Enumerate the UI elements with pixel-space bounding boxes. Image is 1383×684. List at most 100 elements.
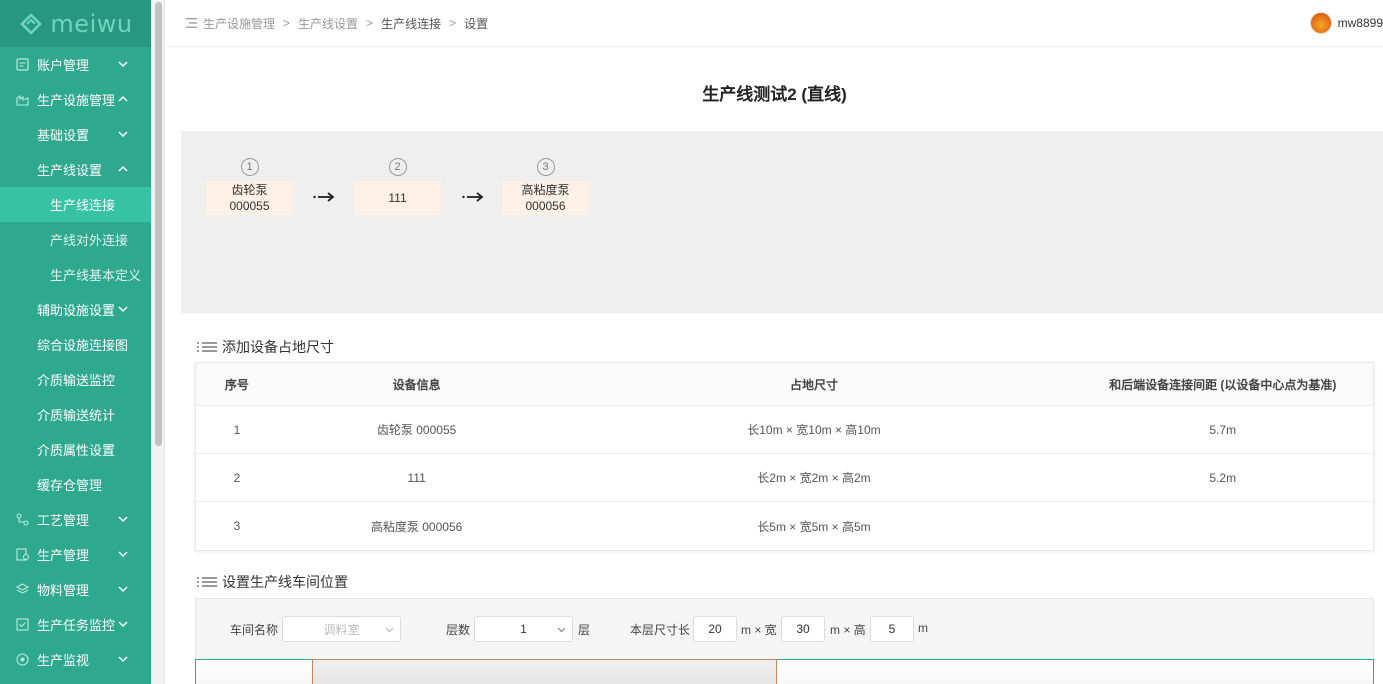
height-label: m × 高 bbox=[830, 623, 866, 637]
breadcrumb-item[interactable]: 生产线设置 bbox=[298, 15, 358, 32]
width-input[interactable]: 30 bbox=[781, 616, 825, 642]
list-icon bbox=[197, 342, 217, 352]
breadcrumb-item[interactable]: 生产设施管理 bbox=[203, 15, 275, 32]
flow-step: 1 齿轮泵 000055 bbox=[206, 158, 293, 215]
sidebar-item[interactable]: 产线对外连接 bbox=[0, 222, 151, 257]
chevron-down-icon bbox=[118, 656, 128, 663]
workshop-floor-area[interactable] bbox=[312, 659, 777, 684]
step-card[interactable]: 111 bbox=[354, 181, 441, 215]
sidebar-item[interactable]: 基础设置 bbox=[0, 117, 151, 152]
sidebar-item-label: 工艺管理 bbox=[37, 513, 90, 528]
chevron-down-icon bbox=[557, 627, 566, 633]
material-icon bbox=[15, 583, 29, 597]
chevron-down-icon bbox=[118, 306, 128, 313]
section-title-text: 添加设备占地尺寸 bbox=[222, 339, 334, 355]
height-unit: m bbox=[918, 621, 928, 635]
sidebar-item[interactable]: 生产设施管理 bbox=[0, 82, 151, 117]
step-card[interactable]: 高粘度泵 000056 bbox=[502, 181, 589, 215]
sidebar-item-label: 产线对外连接 bbox=[50, 233, 129, 248]
step-number: 1 bbox=[240, 158, 259, 176]
table-cell: 2 bbox=[233, 470, 241, 485]
sidebar-item[interactable]: 介质输送统计 bbox=[0, 397, 151, 432]
table-row[interactable]: 2 111 长2m × 宽2m × 高2m 5.2m bbox=[196, 454, 1373, 502]
sidebar-item[interactable]: 生产线设置 bbox=[0, 152, 151, 187]
sidebar-item-label: 综合设施连接图 bbox=[37, 338, 129, 353]
size-label: 本层尺寸长 bbox=[630, 623, 691, 637]
table-header-row: 序号 设备信息 占地尺寸 和后端设备连接间距 (以设备中心点为基准) bbox=[196, 363, 1373, 406]
section-title-footprint: 添加设备占地尺寸 bbox=[197, 337, 334, 357]
sidebar-item[interactable]: 物料管理 bbox=[0, 572, 151, 607]
workshop-label: 车间名称 bbox=[230, 623, 279, 637]
floor-label: 层数 bbox=[446, 623, 471, 637]
user-menu[interactable]: mw8899 bbox=[1309, 12, 1383, 34]
section-title-workshop: 设置生产线车间位置 bbox=[197, 572, 348, 592]
workshop-select[interactable]: 调料室 bbox=[282, 616, 401, 642]
table-cell: 高粘度泵 000056 bbox=[370, 519, 463, 534]
sidebar-item-label: 生产设施管理 bbox=[37, 93, 116, 108]
chevron-down-icon bbox=[118, 621, 128, 628]
sidebar-item[interactable]: 介质输送监控 bbox=[0, 362, 151, 397]
step-card[interactable]: 齿轮泵 000055 bbox=[206, 181, 293, 215]
sidebar-item[interactable]: 生产线基本定义 bbox=[0, 257, 151, 292]
sidebar-item-label: 介质属性设置 bbox=[37, 443, 116, 458]
table-row[interactable]: 3 高粘度泵 000056 长5m × 宽5m × 高5m bbox=[196, 502, 1373, 550]
sidebar-item[interactable]: 账户管理 bbox=[0, 47, 151, 82]
chevron-down-icon bbox=[385, 627, 394, 633]
logo-text: meiwu bbox=[50, 9, 133, 38]
height-input[interactable]: 5 bbox=[870, 616, 914, 642]
sidebar-item-label: 生产任务监控 bbox=[37, 618, 116, 633]
table-cell: 齿轮泵 000055 bbox=[376, 423, 457, 437]
sidebar-item-label: 生产监视 bbox=[37, 653, 90, 668]
sidebar-item[interactable]: 生产监视 bbox=[0, 642, 151, 677]
step-device-name: 齿轮泵 bbox=[231, 183, 268, 197]
username[interactable]: mw8899 bbox=[1338, 16, 1383, 30]
sidebar-item[interactable]: 综合设施连接图 bbox=[0, 327, 151, 362]
chevron-down-icon bbox=[118, 586, 128, 593]
sidebar-item[interactable]: 工艺管理 bbox=[0, 502, 151, 537]
sidebar-item[interactable]: 生产任务监控 bbox=[0, 607, 151, 642]
breadcrumb-separator: > bbox=[449, 16, 457, 30]
avatar[interactable] bbox=[1309, 12, 1332, 34]
sidebar-item[interactable]: 辅助设施设置 bbox=[0, 292, 151, 327]
table-header-cell: 和后端设备连接间距 (以设备中心点为基准) bbox=[1109, 377, 1337, 392]
sidebar-item[interactable]: 生产管理 bbox=[0, 537, 151, 572]
task-icon bbox=[15, 618, 29, 632]
account-icon bbox=[15, 58, 29, 72]
footprint-table: 序号 设备信息 占地尺寸 和后端设备连接间距 (以设备中心点为基准) 1 齿轮泵… bbox=[195, 362, 1374, 551]
floor-select-value: 1 bbox=[520, 622, 527, 636]
sidebar-item-label: 介质输送统计 bbox=[37, 408, 116, 423]
chevron-up-icon bbox=[118, 165, 128, 172]
section-title-text: 设置生产线车间位置 bbox=[222, 574, 348, 590]
logo-mark-icon bbox=[20, 12, 43, 35]
width-label: m × 宽 bbox=[741, 623, 777, 637]
sidebar-item-label: 缓存仓管理 bbox=[37, 478, 103, 493]
table-cell: 5.7m bbox=[1209, 422, 1237, 437]
sidebar-item-label: 基础设置 bbox=[37, 128, 90, 143]
flow-step: 2 111 bbox=[354, 158, 441, 215]
sidebar-item-label: 生产线基本定义 bbox=[50, 268, 142, 283]
sidebar-scrollbar-thumb[interactable] bbox=[155, 2, 162, 446]
table-cell: 5.2m bbox=[1209, 470, 1237, 485]
sidebar-item[interactable]: 生产线连接 bbox=[0, 187, 151, 222]
sidebar-item-label: 介质输送监控 bbox=[37, 373, 116, 388]
arrow-right-icon bbox=[462, 192, 484, 202]
table-header-cell: 序号 bbox=[224, 377, 249, 392]
table-cell: 长10m × 宽10m × 高10m bbox=[747, 423, 881, 437]
table-row[interactable]: 1 齿轮泵 000055 长10m × 宽10m × 高10m 5.7m bbox=[196, 406, 1373, 454]
breadcrumb-item[interactable]: 生产线连接 bbox=[381, 15, 441, 32]
floor-unit: 层 bbox=[578, 623, 591, 637]
step-number: 2 bbox=[388, 158, 407, 176]
table-header-cell: 占地尺寸 bbox=[789, 377, 838, 392]
production-icon bbox=[15, 548, 29, 562]
length-input[interactable]: 20 bbox=[693, 616, 737, 642]
sidebar-item[interactable]: 介质属性设置 bbox=[0, 432, 151, 467]
table-header-cell: 设备信息 bbox=[392, 377, 441, 392]
sidebar-item-label: 生产线设置 bbox=[37, 163, 103, 178]
arrow-right-icon bbox=[313, 192, 335, 202]
chevron-down-icon bbox=[118, 516, 128, 523]
floor-select[interactable]: 1 bbox=[474, 616, 573, 642]
workshop-form: 车间名称 调料室 层数 1 层 本层尺寸长 20 m × 宽 30 m × 高 … bbox=[195, 598, 1374, 660]
sidebar-item[interactable]: 缓存仓管理 bbox=[0, 467, 151, 502]
logo: meiwu bbox=[0, 0, 151, 47]
menu-collapse-icon[interactable] bbox=[186, 18, 197, 28]
